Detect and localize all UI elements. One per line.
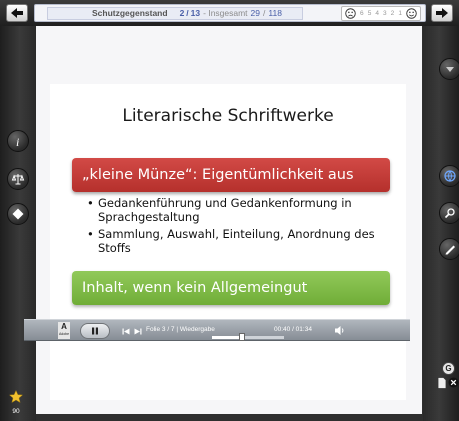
player-bar: A Adobe Folie 3 / 7 | Wiedergabe 00:40 /… bbox=[24, 319, 410, 341]
topic-label: Schutzgegenstand bbox=[92, 8, 168, 18]
globe-icon bbox=[444, 170, 456, 182]
rating-5[interactable]: 5 bbox=[368, 10, 372, 17]
skip-forward-icon bbox=[134, 328, 142, 334]
menu-button[interactable] bbox=[439, 58, 459, 80]
edit-button[interactable] bbox=[439, 238, 459, 260]
arrow-left-icon bbox=[11, 8, 23, 18]
green-highlight-box: Inhalt, wenn kein Allgemeingut bbox=[72, 271, 390, 305]
rating-4[interactable]: 4 bbox=[375, 10, 379, 17]
info-icon: i bbox=[16, 135, 19, 148]
overall-current: 29 bbox=[250, 8, 261, 18]
info-strip: Schutzgegenstand 2 / 13 - Insgesamt 29 /… bbox=[34, 4, 426, 22]
next-button[interactable] bbox=[132, 325, 144, 337]
glossary-badge-label: G bbox=[445, 364, 452, 373]
adobe-logo-mark: A bbox=[61, 322, 67, 331]
slide-title: Literarische Schriftwerke bbox=[122, 106, 334, 126]
top-bar: Schutzgegenstand 2 / 13 - Insgesamt 29 /… bbox=[0, 0, 459, 26]
notes-button[interactable] bbox=[7, 203, 29, 225]
pencil-icon bbox=[445, 245, 455, 255]
pause-icon bbox=[92, 327, 98, 335]
slide: Literarische Schriftwerke „kleine Münze“… bbox=[50, 84, 406, 400]
content-page: Literarische Schriftwerke „kleine Münze“… bbox=[36, 26, 422, 414]
back-arrow-button[interactable] bbox=[6, 4, 28, 22]
total-slides-number: 13 bbox=[190, 8, 201, 18]
rating-scale[interactable]: 6 5 4 3 2 1 bbox=[341, 6, 421, 21]
web-button[interactable] bbox=[439, 165, 459, 187]
rating-6[interactable]: 6 bbox=[360, 10, 364, 17]
skip-back-icon bbox=[122, 328, 130, 334]
overall-total: 118 bbox=[268, 8, 282, 18]
search-button[interactable] bbox=[439, 202, 459, 224]
overall-label: - Insgesamt bbox=[203, 8, 248, 18]
document-icon[interactable] bbox=[437, 377, 447, 389]
slide-separator: / bbox=[186, 8, 189, 18]
volume-icon[interactable] bbox=[334, 324, 346, 337]
happy-face-icon[interactable] bbox=[406, 8, 417, 19]
forward-arrow-button[interactable] bbox=[431, 4, 453, 22]
rating-3[interactable]: 3 bbox=[383, 10, 387, 17]
arrow-right-icon bbox=[436, 8, 448, 18]
bullet-item: Gedankenführung und Gedankenformung in S… bbox=[86, 196, 386, 224]
info-button[interactable]: i bbox=[7, 130, 29, 152]
star-icon bbox=[8, 389, 24, 404]
glossary-badge[interactable]: G bbox=[442, 362, 455, 375]
progress-track[interactable] bbox=[212, 333, 284, 341]
scales-icon bbox=[11, 174, 25, 185]
overall-separator: / bbox=[263, 8, 266, 18]
law-button[interactable] bbox=[7, 168, 29, 190]
star-count: 90 bbox=[12, 408, 20, 415]
red-highlight-box: „kleine Münze“: Eigentümlichkeit aus bbox=[72, 158, 390, 192]
bullet-item: Sammlung, Auswahl, Einteilung, Anordnung… bbox=[86, 227, 386, 255]
dropdown-icon bbox=[446, 67, 454, 72]
pause-button[interactable] bbox=[80, 323, 110, 339]
rating-1[interactable]: 1 bbox=[398, 10, 402, 17]
favorites-counter[interactable]: 90 bbox=[4, 389, 28, 415]
svg-text:i: i bbox=[16, 135, 19, 148]
current-slide-number: 2 bbox=[179, 8, 185, 18]
adobe-logo: A Adobe bbox=[58, 322, 70, 339]
bullet-list: Gedankenführung und Gedankenformung in S… bbox=[86, 196, 386, 258]
previous-button[interactable] bbox=[120, 325, 132, 337]
time-display: 00:40 / 01:34 bbox=[274, 326, 312, 333]
search-icon bbox=[444, 208, 455, 219]
rating-2[interactable]: 2 bbox=[391, 10, 395, 17]
slide-info: Folie 3 / 7 | Wiedergabe bbox=[146, 326, 215, 333]
sad-face-icon[interactable] bbox=[345, 8, 356, 19]
diamond-icon bbox=[12, 208, 24, 220]
adobe-logo-text: Adobe bbox=[58, 332, 70, 336]
close-icon[interactable] bbox=[448, 377, 459, 388]
progress-fill bbox=[212, 336, 243, 339]
slide-title-field: Schutzgegenstand 2 / 13 - Insgesamt 29 /… bbox=[47, 7, 303, 20]
progress-handle[interactable] bbox=[239, 333, 246, 341]
